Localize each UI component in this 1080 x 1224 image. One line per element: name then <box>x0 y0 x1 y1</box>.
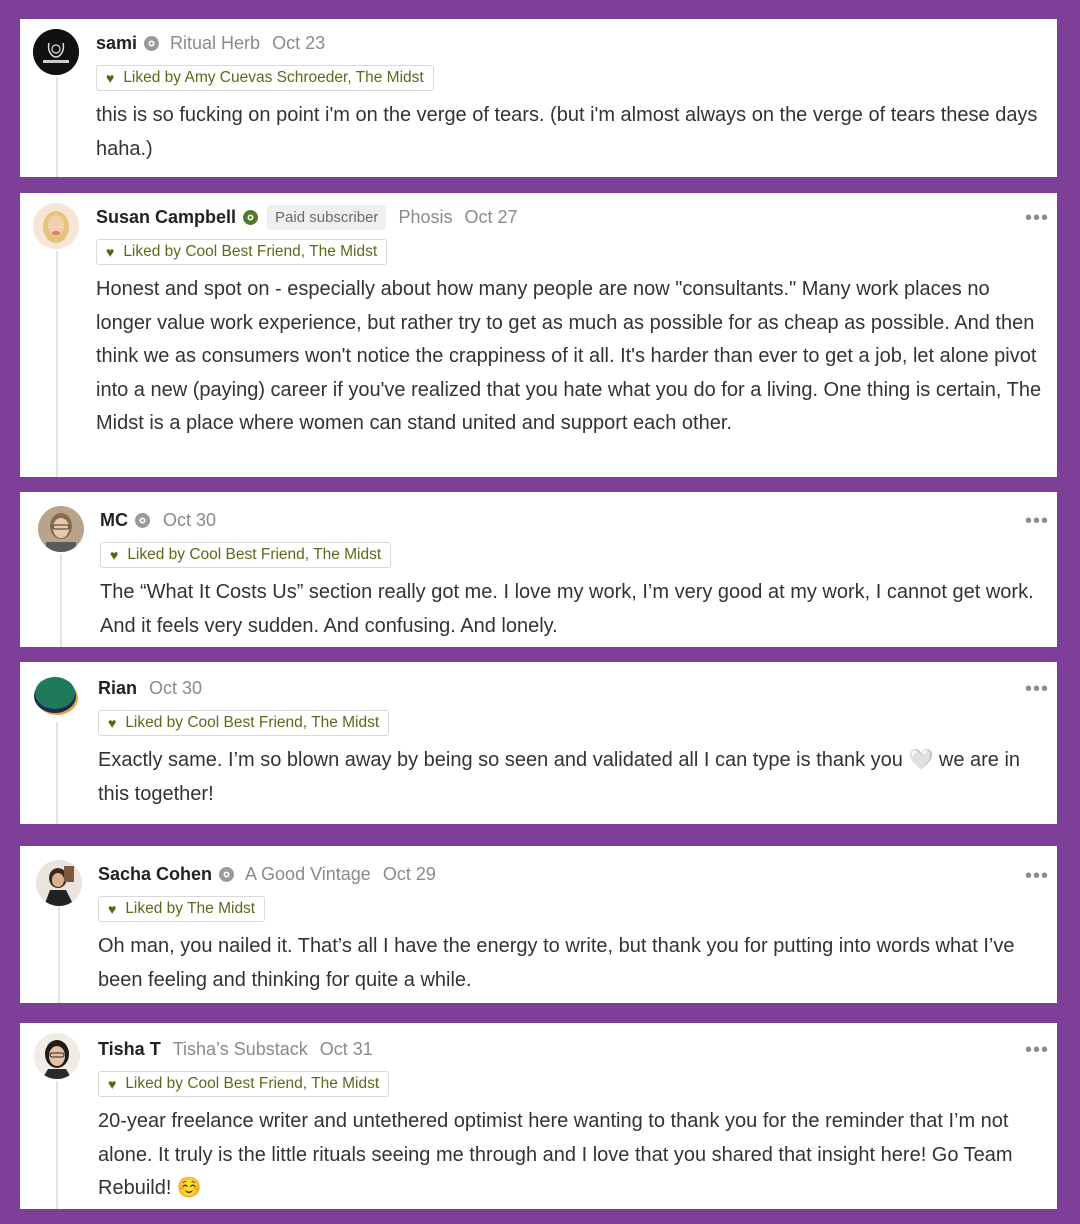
liked-by-badge: ♥ Liked by Cool Best Friend, The Midst <box>100 542 392 568</box>
comment-text: Exactly same. I’m so blown away by being… <box>98 749 1021 805</box>
avatar[interactable] <box>33 203 79 249</box>
subscriber-badge-icon <box>143 35 160 52</box>
commenter-name[interactable]: Rian <box>98 678 137 699</box>
comment-date[interactable]: Oct 30 <box>163 510 216 531</box>
heart-icon: ♥ <box>110 547 119 563</box>
comment-text: Oh man, you nailed it. That’s all I have… <box>98 935 1015 991</box>
commenter-name[interactable]: Tisha T <box>98 1039 161 1060</box>
comment-text: Honest and spot on - especially about ho… <box>96 278 1042 434</box>
avatar[interactable] <box>38 506 84 552</box>
publication-name[interactable]: Ritual Herb <box>170 33 260 54</box>
commenter-name[interactable]: Sacha Cohen <box>98 864 212 885</box>
thread-line <box>56 1081 58 1209</box>
thread-line <box>56 251 58 477</box>
liked-by-text: Liked by Cool Best Friend, The Midst <box>123 243 378 260</box>
comment-date[interactable]: Oct 29 <box>383 864 436 885</box>
liked-by-text: Liked by Amy Cuevas Schroeder, The Midst <box>123 69 424 86</box>
comment-card: ••• Tisha T Tisha’s Substack Oct 31 ♥ Li… <box>20 1023 1057 1209</box>
comment-card: ••• Sacha Cohen A Good Vintage Oct 29 ♥ … <box>20 846 1057 1003</box>
comment-text: The “What It Costs Us” section really go… <box>100 581 1034 637</box>
thread-line <box>56 77 58 177</box>
liked-by-text: Liked by The Midst <box>125 900 256 917</box>
liked-by-badge: ♥ Liked by Cool Best Friend, The Midst <box>98 1071 390 1097</box>
liked-by-badge: ♥ Liked by Cool Best Friend, The Midst <box>98 710 390 736</box>
avatar[interactable] <box>34 1033 80 1079</box>
heart-icon: ♥ <box>108 1076 117 1092</box>
paid-badge-icon <box>242 209 259 226</box>
thread-line <box>56 722 58 824</box>
comment-date[interactable]: Oct 31 <box>320 1039 373 1060</box>
liked-by-text: Liked by Cool Best Friend, The Midst <box>125 1075 380 1092</box>
liked-by-badge: ♥ Liked by Amy Cuevas Schroeder, The Mid… <box>96 65 434 91</box>
comment-date[interactable]: Oct 27 <box>464 207 517 228</box>
comment-date[interactable]: Oct 30 <box>149 678 202 699</box>
liked-by-text: Liked by Cool Best Friend, The Midst <box>127 546 382 563</box>
thread-line <box>60 554 62 647</box>
comment-text: this is so fucking on point i'm on the v… <box>96 104 1038 160</box>
comment-card: ••• Rian Oct 30 ♥ Liked by Cool Best Fri… <box>20 662 1057 824</box>
publication-name[interactable]: A Good Vintage <box>245 864 371 885</box>
subscriber-badge-icon <box>218 866 235 883</box>
comment-card: sami Ritual Herb Oct 23 ♥ Liked by Amy C… <box>20 19 1057 177</box>
liked-by-badge: ♥ Liked by The Midst <box>98 896 266 922</box>
liked-by-text: Liked by Cool Best Friend, The Midst <box>125 714 380 731</box>
heart-icon: ♥ <box>106 70 115 86</box>
comment-card: ••• MC Oct 30 ♥ Liked by Cool Best Frien… <box>20 492 1057 647</box>
heart-icon: ♥ <box>108 715 117 731</box>
subscriber-badge-icon <box>134 512 151 529</box>
comment-text: 20-year freelance writer and untethered … <box>98 1110 1013 1199</box>
heart-icon: ♥ <box>108 901 117 917</box>
commenter-name[interactable]: Susan Campbell <box>96 207 236 228</box>
avatar[interactable] <box>33 672 79 718</box>
thread-line <box>58 906 60 1003</box>
avatar[interactable] <box>33 29 79 75</box>
publication-name[interactable]: Phosis <box>398 207 452 228</box>
avatar[interactable] <box>36 860 82 906</box>
heart-icon: ♥ <box>106 244 115 260</box>
comment-date[interactable]: Oct 23 <box>272 33 325 54</box>
paid-subscriber-label: Paid subscriber <box>267 204 387 230</box>
commenter-name[interactable]: MC <box>100 510 128 531</box>
comment-card: ••• Susan Campbell Paid subscriber Phosi… <box>20 193 1057 477</box>
liked-by-badge: ♥ Liked by Cool Best Friend, The Midst <box>96 239 388 265</box>
publication-name[interactable]: Tisha’s Substack <box>173 1039 308 1060</box>
commenter-name[interactable]: sami <box>96 33 137 54</box>
